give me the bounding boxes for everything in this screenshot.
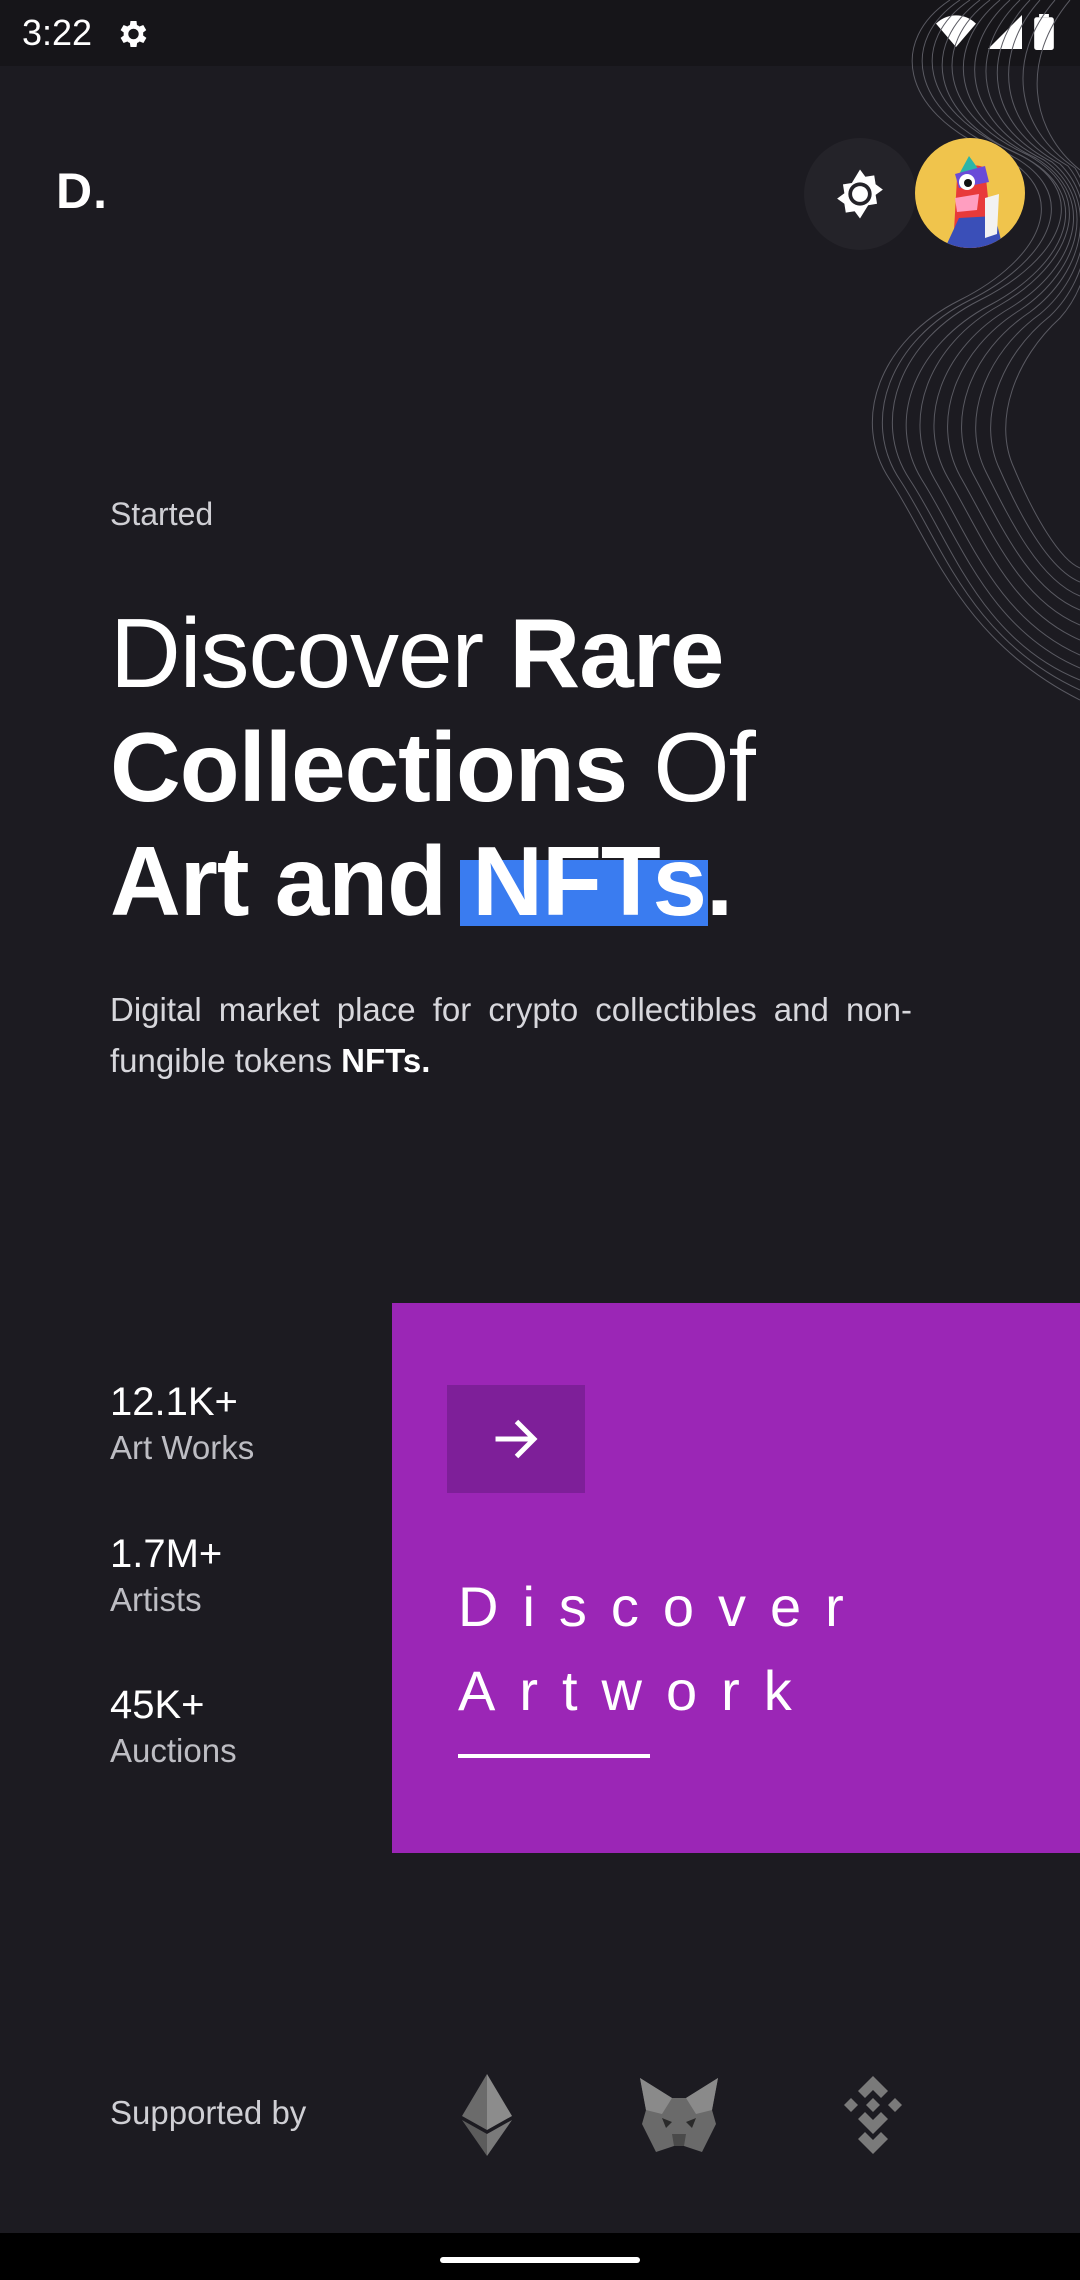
discover-arrow-button[interactable] [447,1385,585,1493]
subtitle-strong: NFTs. [341,1042,431,1079]
headline-highlight: NFTs [472,826,707,936]
discover-line-1: Discover [458,1575,868,1638]
headline-word: Of [627,712,755,822]
headline-period: . [705,826,733,936]
section-eyebrow: Started [110,496,214,532]
ethereum-icon [462,2074,512,2156]
cell-signal-icon [988,15,1022,49]
supported-by-label: Supported by [110,2094,307,2131]
stat-label: Auctions [110,1732,237,1769]
avatar-character-icon [945,156,1003,248]
stat-artists: 1.7M+ Artists [110,1532,222,1619]
stat-value: 45K+ [110,1683,205,1727]
stat-label: Artists [110,1581,202,1618]
stat-value: 12.1K+ [110,1380,238,1424]
arrow-right-icon [495,1419,538,1459]
metamask-icon [640,2078,718,2152]
headline-word: Discover [110,598,510,708]
status-time: 3:22 [22,12,93,53]
user-avatar[interactable] [915,138,1025,248]
status-icons [936,14,1054,50]
status-bar: 3:22 [0,0,1080,66]
discover-artwork-label[interactable]: Discover Artwork [458,1565,868,1733]
hero-headline: Discover Rare Collections Of Art and NFT… [110,596,1010,938]
stat-label: Art Works [110,1429,255,1466]
brand-logo[interactable]: D. [56,162,108,220]
headline-word-bold: Collections [110,712,628,822]
brightness-sun-icon [837,169,883,219]
binance-icon [844,2076,902,2154]
battery-icon [1034,14,1054,50]
subtitle-text: Digital market place for crypto collecti… [110,991,912,1079]
stat-art-works: 12.1K+ Art Works [110,1380,254,1467]
wifi-icon [936,15,976,47]
discover-underline [458,1754,650,1758]
headline-word-bold: Rare [509,598,724,708]
theme-toggle-button[interactable] [804,138,916,250]
discover-line-2: Artwork [458,1659,816,1722]
hero-subtitle: Digital market place for crypto collecti… [110,984,912,1086]
settings-gear-icon [120,20,147,48]
discover-artwork-card[interactable]: Discover Artwork [392,1303,1080,1853]
stat-value: 1.7M+ [110,1532,223,1576]
home-gesture-handle[interactable] [440,2257,640,2263]
headline-word-bold: Art and [110,826,473,936]
stat-auctions: 45K+ Auctions [110,1683,237,1770]
